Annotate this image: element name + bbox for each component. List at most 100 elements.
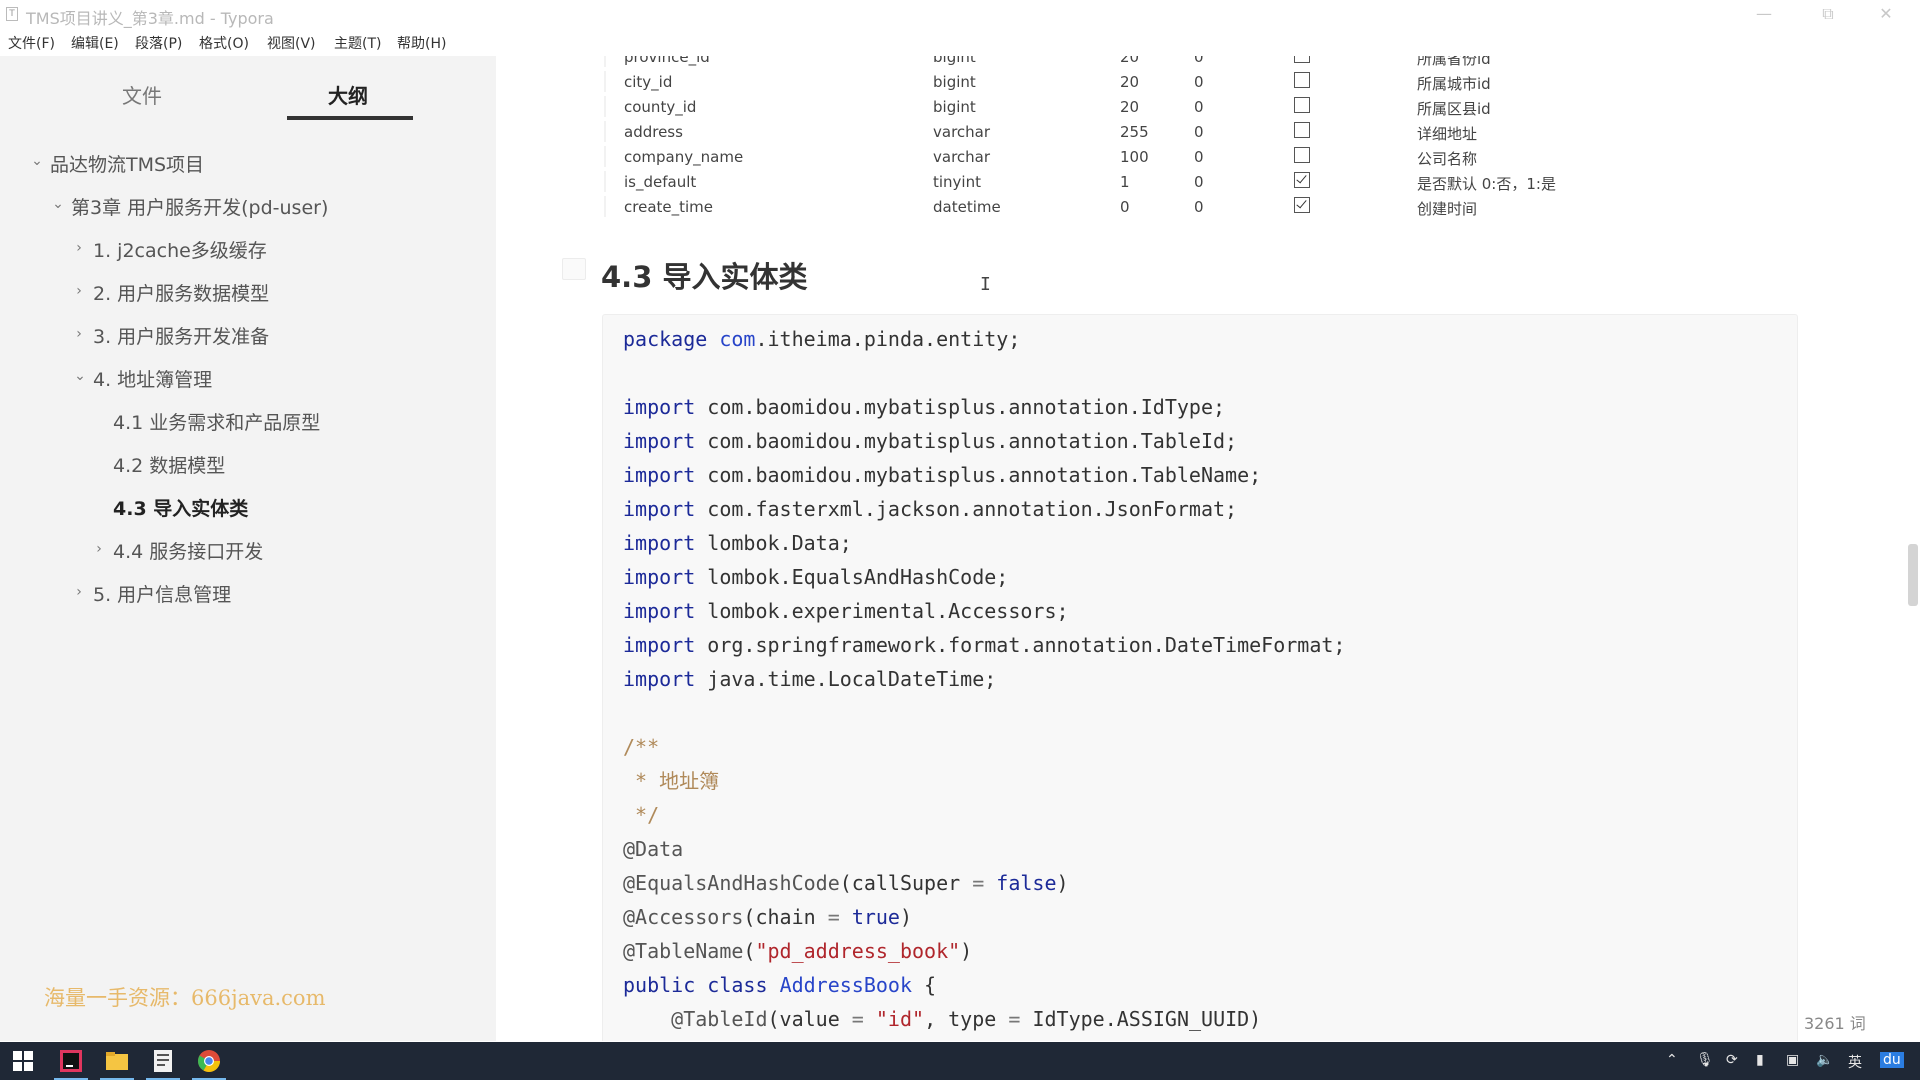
code-line[interactable]: */ xyxy=(623,801,659,829)
checkbox-unchecked-icon[interactable] xyxy=(1294,147,1310,163)
code-line[interactable]: import com.baomidou.mybatisplus.annotati… xyxy=(623,393,1225,421)
code-token: import xyxy=(623,463,696,487)
word-count[interactable]: 3261 词 xyxy=(1804,1010,1866,1034)
chevron-down-icon[interactable]: ⌄ xyxy=(51,196,65,212)
code-line[interactable]: import org.springframework.format.annota… xyxy=(623,631,1345,659)
file-explorer-icon[interactable] xyxy=(94,1042,140,1080)
code-line[interactable]: package com.itheima.pinda.entity; xyxy=(623,325,1020,353)
code-token: /** xyxy=(623,735,660,759)
code-line[interactable]: @Data xyxy=(623,835,683,863)
code-line[interactable]: import lombok.experimental.Accessors; xyxy=(623,597,1069,625)
column-decimal-cell: 0 xyxy=(1194,148,1204,166)
code-line[interactable]: public class AddressBook { xyxy=(623,971,936,999)
code-line[interactable]: import lombok.EqualsAndHashCode; xyxy=(623,563,1008,591)
chevron-right-icon[interactable]: › xyxy=(72,326,86,342)
minimize-icon[interactable]: — xyxy=(1742,2,1786,26)
code-token: ) xyxy=(899,905,913,929)
outline-item[interactable]: 3. 用户服务开发准备 xyxy=(93,322,269,349)
code-block[interactable]: package com.itheima.pinda.entity; import … xyxy=(602,314,1798,1041)
outline-item[interactable]: 第3章 用户服务开发(pd-user) xyxy=(71,193,328,220)
column-name-cell: county_id xyxy=(624,98,697,116)
scrollbar-thumb[interactable] xyxy=(1908,544,1918,606)
checkbox-unchecked-icon[interactable] xyxy=(1294,97,1310,113)
tab-files[interactable]: 文件 xyxy=(122,80,162,109)
outline-item[interactable]: 2. 用户服务数据模型 xyxy=(93,279,269,306)
menu-file[interactable]: 文件(F) xyxy=(8,33,55,53)
outline-item[interactable]: 品达物流TMS项目 xyxy=(50,150,204,177)
chevron-down-icon[interactable]: ⌄ xyxy=(30,153,44,169)
column-length-cell: 1 xyxy=(1120,173,1130,191)
column-decimal-cell: 0 xyxy=(1194,173,1204,191)
checkbox-unchecked-icon[interactable] xyxy=(1294,122,1310,138)
volume-icon[interactable]: 🔈 xyxy=(1816,1052,1833,1068)
code-line[interactable]: @Accessors(chain = true) xyxy=(623,903,912,931)
close-icon[interactable]: ✕ xyxy=(1864,2,1908,26)
code-line[interactable]: import lombok.Data; xyxy=(623,529,852,557)
code-line[interactable]: * 地址簿 xyxy=(623,767,719,795)
chevron-up-icon[interactable]: ⌃ xyxy=(1666,1052,1678,1068)
baidu-input-icon[interactable]: du xyxy=(1880,1052,1904,1068)
menu-view[interactable]: 视图(V) xyxy=(267,33,316,53)
code-token: class xyxy=(707,973,768,997)
restore-icon[interactable]: ⧉ xyxy=(1806,2,1850,26)
windows-start-icon[interactable] xyxy=(0,1042,46,1080)
code-line[interactable]: @TableName("pd_address_book") xyxy=(623,937,972,965)
outline-item[interactable]: 5. 用户信息管理 xyxy=(93,580,231,607)
ime-indicator[interactable]: 英 xyxy=(1848,1052,1862,1072)
code-line[interactable]: @TableId(value = "id", type = IdType.ASS… xyxy=(623,1005,1261,1033)
section-heading[interactable]: 4.3 导入实体类 xyxy=(601,254,807,296)
code-line[interactable]: import com.baomidou.mybatisplus.annotati… xyxy=(623,461,1261,489)
outline-item[interactable]: 1. j2cache多级缓存 xyxy=(93,236,267,263)
outline-item[interactable]: 4. 地址簿管理 xyxy=(93,365,212,392)
watermark-text: 海量一手资源：666java.com xyxy=(44,986,326,1010)
outline-item[interactable]: 4.2 数据模型 xyxy=(113,451,225,478)
menu-help[interactable]: 帮助(H) xyxy=(397,33,446,53)
title-bar: T TMS项目讲义_第3章.md - Typora — ⧉ ✕ xyxy=(0,0,1920,28)
microphone-icon[interactable]: 🎙 xyxy=(1696,1052,1714,1068)
menu-format[interactable]: 格式(O) xyxy=(199,33,249,53)
code-token: .itheima.pinda.entity; xyxy=(755,327,1021,351)
checkbox-checked-icon[interactable] xyxy=(1294,197,1310,213)
table-row: province_id bigint 20 0 所属省份id xyxy=(496,56,1920,69)
column-type-cell: bigint xyxy=(933,56,976,66)
menu-paragraph[interactable]: 段落(P) xyxy=(135,33,182,53)
column-type-cell: varchar xyxy=(933,148,991,166)
tab-outline[interactable]: 大纲 xyxy=(328,80,368,109)
checkbox-checked-icon[interactable] xyxy=(1294,172,1310,188)
chevron-right-icon[interactable]: › xyxy=(92,541,106,557)
chevron-right-icon[interactable]: › xyxy=(72,584,86,600)
menu-edit[interactable]: 编辑(E) xyxy=(71,33,119,53)
sync-icon[interactable]: ⟳ xyxy=(1726,1052,1738,1068)
network-icon[interactable]: ▣ xyxy=(1786,1052,1799,1068)
chevron-right-icon[interactable]: › xyxy=(72,240,86,256)
row-marker xyxy=(604,71,606,92)
battery-icon[interactable]: ▮ xyxy=(1756,1052,1764,1068)
checkbox-unchecked-icon[interactable] xyxy=(1294,56,1310,63)
code-line[interactable]: @EqualsAndHashCode(callSuper = false) xyxy=(623,869,1069,897)
chrome-icon[interactable] xyxy=(186,1042,232,1080)
editor-pane[interactable]: province_id bigint 20 0 所属省份id city_id bigint 2… xyxy=(496,56,1920,1041)
code-token: (callSuper xyxy=(839,871,973,895)
column-type-cell: bigint xyxy=(933,98,976,116)
checkbox-unchecked-icon[interactable] xyxy=(1294,72,1310,88)
code-token: import xyxy=(623,395,696,419)
code-line[interactable]: import java.time.LocalDateTime; xyxy=(623,665,996,693)
code-token: com.fasterxml.jackson.annotation.JsonFor… xyxy=(695,497,1238,521)
chevron-right-icon[interactable]: › xyxy=(72,283,86,299)
outline-item[interactable]: 4.1 业务需求和产品原型 xyxy=(113,408,320,435)
outline-item[interactable]: 4.4 服务接口开发 xyxy=(113,537,263,564)
row-marker xyxy=(604,121,606,142)
code-line[interactable]: import com.baomidou.mybatisplus.annotati… xyxy=(623,427,1237,455)
code-token: ) xyxy=(1056,871,1069,895)
row-marker xyxy=(604,146,606,167)
text-cursor-icon: I xyxy=(980,274,991,295)
menu-theme[interactable]: 主题(T) xyxy=(334,33,381,53)
chevron-down-icon[interactable]: ⌄ xyxy=(73,368,87,384)
code-token: "id" xyxy=(875,1007,925,1031)
outline-item-active[interactable]: 4.3 导入实体类 xyxy=(113,494,248,521)
code-line[interactable]: import com.fasterxml.jackson.annotation.… xyxy=(623,495,1237,523)
typora-taskbar-icon[interactable] xyxy=(140,1042,186,1080)
intellij-idea-icon[interactable] xyxy=(48,1042,94,1080)
code-token: @TableId xyxy=(671,1007,768,1031)
code-line[interactable]: /** xyxy=(623,733,659,761)
